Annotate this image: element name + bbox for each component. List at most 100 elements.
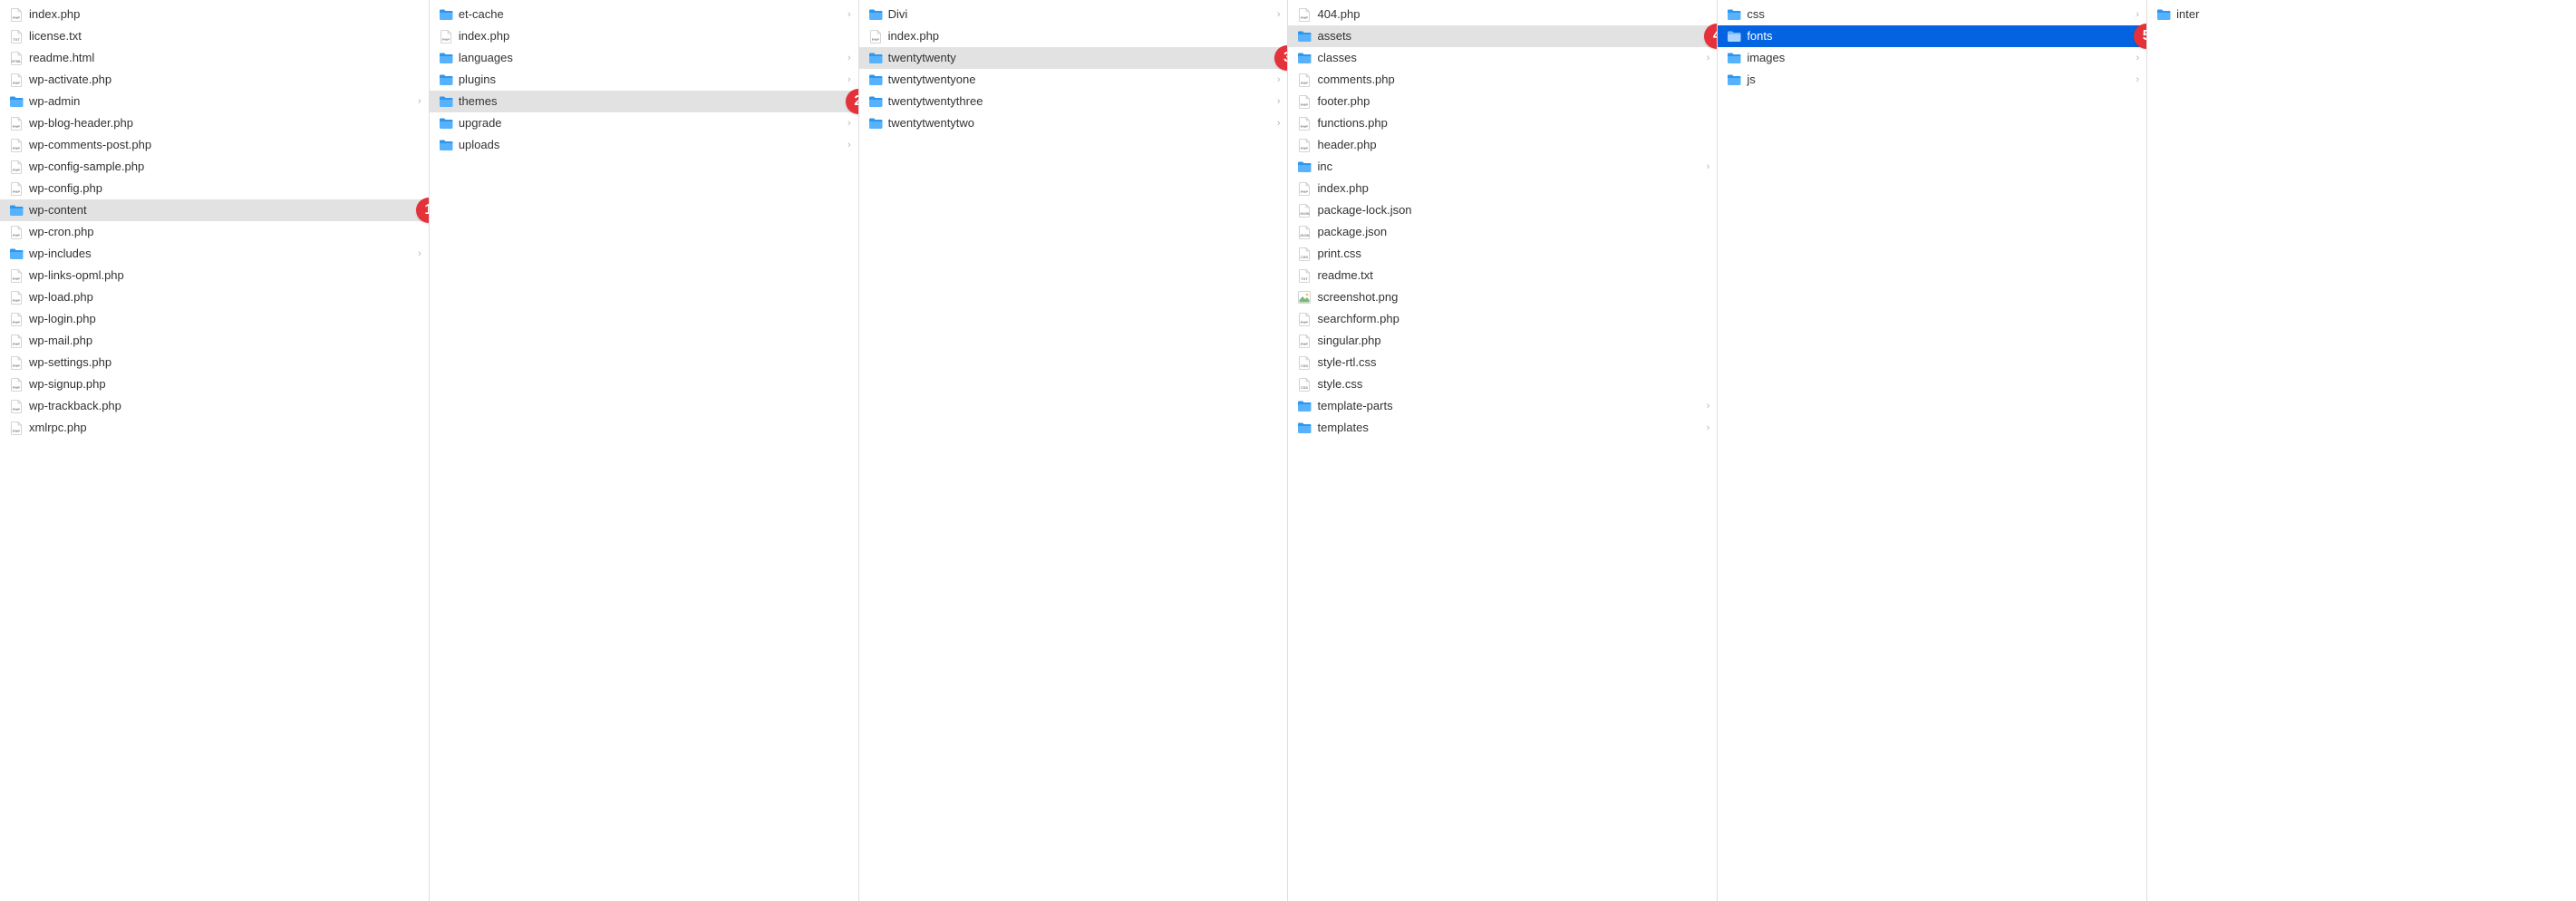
file-item[interactable]: PHPwp-mail.php: [0, 330, 429, 352]
folder-item[interactable]: wp-content›1: [0, 199, 429, 221]
file-item[interactable]: PHPwp-activate.php: [0, 69, 429, 91]
file-item[interactable]: PHPheader.php: [1288, 134, 1717, 156]
file-icon: PHP: [9, 181, 24, 196]
annotation-badge: 1: [416, 198, 430, 223]
chevron-right-icon: ›: [2135, 53, 2139, 63]
annotation-badge: 2: [846, 89, 859, 114]
file-item[interactable]: CSSstyle.css: [1288, 373, 1717, 395]
folder-icon: [868, 73, 883, 87]
item-label: template-parts: [1317, 395, 1702, 417]
folder-item[interactable]: classes›: [1288, 47, 1717, 69]
file-item[interactable]: PHPsingular.php: [1288, 330, 1717, 352]
file-item[interactable]: PHPfunctions.php: [1288, 112, 1717, 134]
folder-item[interactable]: languages›: [430, 47, 858, 69]
file-icon: PHP: [1297, 138, 1312, 152]
file-item[interactable]: PHPwp-login.php: [0, 308, 429, 330]
folder-item[interactable]: inc›: [1288, 156, 1717, 178]
file-item[interactable]: PHPindex.php: [859, 25, 1288, 47]
item-label: print.css: [1317, 243, 1709, 265]
file-icon: PHP: [9, 290, 24, 305]
folder-item[interactable]: plugins›: [430, 69, 858, 91]
file-item[interactable]: TXTlicense.txt: [0, 25, 429, 47]
file-item[interactable]: HTMLreadme.html: [0, 47, 429, 69]
item-label: wp-login.php: [29, 308, 421, 330]
folder-icon: [439, 7, 453, 22]
svg-text:PHP: PHP: [13, 81, 21, 85]
folder-item[interactable]: themes›2: [430, 91, 858, 112]
chevron-right-icon: ›: [418, 248, 421, 259]
chevron-right-icon: ›: [847, 9, 851, 20]
file-icon: CSS: [1297, 247, 1312, 261]
folder-item[interactable]: template-parts›: [1288, 395, 1717, 417]
folder-icon: [439, 51, 453, 65]
folder-item[interactable]: twentytwentytwo›: [859, 112, 1288, 134]
item-label: wp-includes: [29, 243, 414, 265]
folder-item[interactable]: et-cache›: [430, 4, 858, 25]
file-icon: PHP: [1297, 7, 1312, 22]
folder-item[interactable]: css›: [1718, 4, 2146, 25]
folder-icon: [439, 73, 453, 87]
chevron-right-icon: ›: [1277, 96, 1281, 107]
file-item[interactable]: JSONpackage-lock.json: [1288, 199, 1717, 221]
item-label: functions.php: [1317, 112, 1709, 134]
file-item[interactable]: PHPindex.php: [0, 4, 429, 25]
file-item[interactable]: PHPwp-links-opml.php: [0, 265, 429, 286]
file-item[interactable]: PHPindex.php: [430, 25, 858, 47]
svg-text:PHP: PHP: [13, 342, 21, 346]
file-item[interactable]: PHPcomments.php: [1288, 69, 1717, 91]
file-icon: PHP: [9, 377, 24, 392]
file-item[interactable]: PHPsearchform.php: [1288, 308, 1717, 330]
file-item[interactable]: PHPfooter.php: [1288, 91, 1717, 112]
file-icon: PHP: [9, 334, 24, 348]
folder-item[interactable]: inter: [2147, 4, 2576, 25]
finder-column[interactable]: Divi›PHPindex.phptwentytwenty›3twentytwe…: [859, 0, 1289, 901]
file-item[interactable]: PHP404.php: [1288, 4, 1717, 25]
file-item[interactable]: CSSstyle-rtl.css: [1288, 352, 1717, 373]
file-item[interactable]: PHPwp-config.php: [0, 178, 429, 199]
file-item[interactable]: TXTreadme.txt: [1288, 265, 1717, 286]
file-item[interactable]: screenshot.png: [1288, 286, 1717, 308]
svg-text:PHP: PHP: [13, 385, 21, 390]
item-label: et-cache: [459, 4, 844, 25]
file-item[interactable]: CSS print.css: [1288, 243, 1717, 265]
folder-item[interactable]: wp-includes ›: [0, 243, 429, 265]
finder-column[interactable]: inter: [2147, 0, 2576, 901]
folder-icon: [1727, 51, 1741, 65]
item-label: singular.php: [1317, 330, 1709, 352]
finder-column[interactable]: PHPindex.phpTXTlicense.txtHTMLreadme.htm…: [0, 0, 430, 901]
file-icon: PHP: [1297, 94, 1312, 109]
folder-item[interactable]: twentytwentythree›: [859, 91, 1288, 112]
folder-item[interactable]: templates›: [1288, 417, 1717, 439]
file-icon: PHP: [9, 116, 24, 131]
chevron-right-icon: ›: [847, 53, 851, 63]
file-item[interactable]: PHPwp-load.php: [0, 286, 429, 308]
file-item[interactable]: PHPindex.php: [1288, 178, 1717, 199]
file-item[interactable]: PHPwp-cron.php: [0, 221, 429, 243]
folder-item[interactable]: assets›4: [1288, 25, 1717, 47]
finder-column[interactable]: et-cache›PHPindex.phplanguages›plugins›t…: [430, 0, 859, 901]
folder-item[interactable]: twentytwentyone›: [859, 69, 1288, 91]
folder-item[interactable]: images›: [1718, 47, 2146, 69]
file-item[interactable]: PHPwp-config-sample.php: [0, 156, 429, 178]
svg-text:PHP: PHP: [1301, 102, 1309, 107]
file-item[interactable]: PHPwp-comments-post.php: [0, 134, 429, 156]
folder-icon: [9, 247, 24, 261]
folder-item[interactable]: upgrade›: [430, 112, 858, 134]
file-item[interactable]: PHPwp-settings.php: [0, 352, 429, 373]
folder-item[interactable]: Divi›: [859, 4, 1288, 25]
item-label: wp-admin: [29, 91, 414, 112]
folder-item[interactable]: js›: [1718, 69, 2146, 91]
folder-item[interactable]: twentytwenty›3: [859, 47, 1288, 69]
item-label: wp-settings.php: [29, 352, 421, 373]
folder-item[interactable]: uploads›: [430, 134, 858, 156]
file-item[interactable]: PHPwp-signup.php: [0, 373, 429, 395]
file-item[interactable]: JSONpackage.json: [1288, 221, 1717, 243]
finder-column[interactable]: PHP404.phpassets›4classes›PHPcomments.ph…: [1288, 0, 1718, 901]
file-item[interactable]: PHPwp-trackback.php: [0, 395, 429, 417]
folder-icon: [9, 94, 24, 109]
finder-column[interactable]: css›fonts›5images›js›: [1718, 0, 2147, 901]
folder-item[interactable]: wp-admin›: [0, 91, 429, 112]
folder-item[interactable]: fonts›5: [1718, 25, 2146, 47]
file-item[interactable]: PHPxmlrpc.php: [0, 417, 429, 439]
file-item[interactable]: PHPwp-blog-header.php: [0, 112, 429, 134]
